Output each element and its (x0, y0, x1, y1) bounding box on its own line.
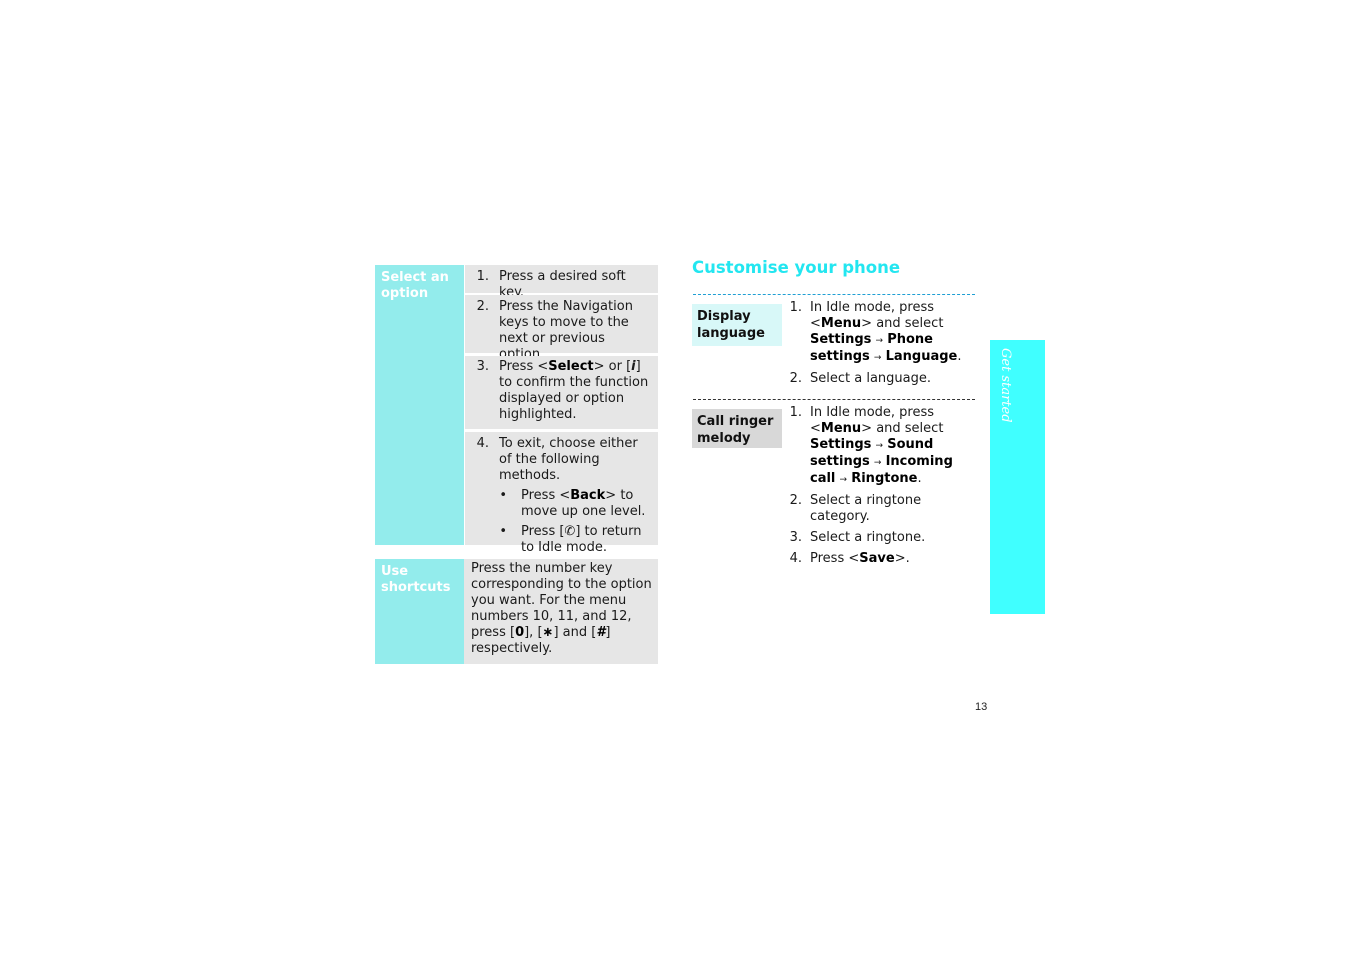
end-call-key-icon: ✆ (564, 524, 576, 539)
call-ringer-steps: 1. In Idle mode, press <Menu> and select… (789, 405, 953, 566)
display-language-label: Display language (692, 304, 782, 346)
bullet-item: • Press [✆] to return to Idle mode. (499, 524, 642, 555)
display-language-steps: 1. In Idle mode, press <Menu> and select… (789, 300, 962, 386)
star-key-icon: ∗ (542, 625, 554, 640)
hash-key-icon: # (596, 625, 606, 640)
select-option-label: Select an option (375, 265, 464, 545)
chapter-tab-label: Get started (998, 348, 1013, 423)
bullet-item: • Press <Back> to move up one level. (499, 488, 646, 519)
select-option-table: Select an option 1. Press a desired soft … (375, 265, 658, 555)
step-3-cell: 3. Press <Select> or [i] to confirm the … (465, 356, 658, 429)
step-text: To exit, choose either of the following … (499, 436, 638, 483)
use-shortcuts-table: Use shortcuts Press the number key corre… (375, 559, 658, 664)
section-title: Customise your phone (692, 258, 901, 277)
use-shortcuts-label: Use shortcuts (375, 559, 464, 664)
use-shortcuts-text: Press the number key corresponding to th… (464, 559, 658, 664)
divider (693, 399, 975, 400)
step-4-cell: 4. To exit, choose either of the followin… (465, 432, 658, 555)
step-1-cell: 1. Press a desired soft key. (465, 265, 658, 300)
step-text: Press <Select> or [i] to confirm the fun… (499, 359, 649, 422)
step-2-cell: 2. Press the Navigation keys to move to t… (465, 295, 658, 362)
call-ringer-label: Call ringer melody (692, 409, 782, 448)
page-number: 13 (975, 701, 988, 713)
step-text: Press the Navigation keys to move to the… (499, 299, 633, 362)
divider (693, 294, 975, 295)
chapter-tab: Get started (990, 340, 1045, 614)
